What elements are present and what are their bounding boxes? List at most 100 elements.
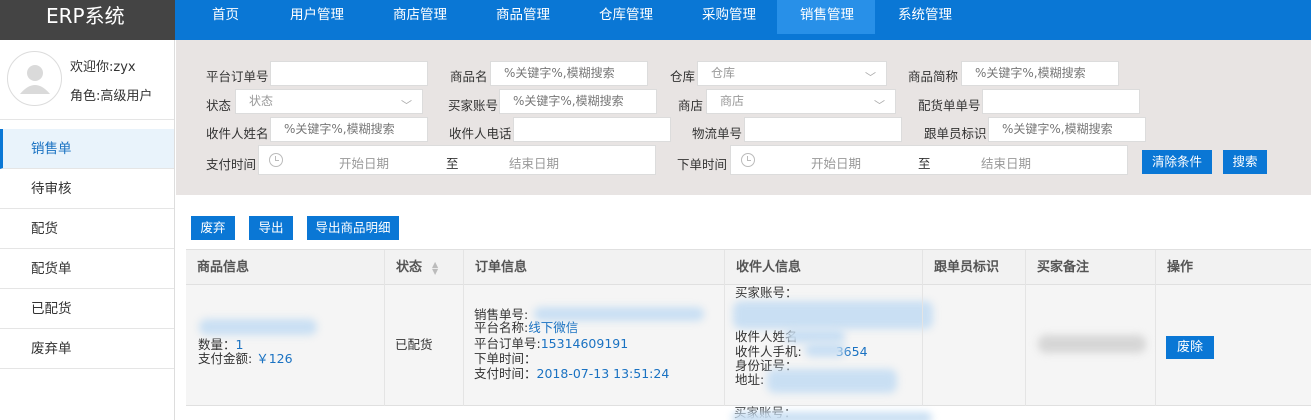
nav-product-management[interactable]: 商品管理 [476,0,581,34]
nav-user-management[interactable]: 用户管理 [268,0,373,34]
receiver-phone-label: 收件人手机: [735,344,802,359]
store-label: 商店 [678,98,704,113]
sidebar-item-sales-orders[interactable]: 销售单 [0,129,174,169]
app-logo: ERP系统 [0,0,175,40]
order-time-range-picker[interactable]: 开始日期 至 结束日期 [730,145,1128,175]
pay-time-end[interactable]: 结束日期 [509,153,559,172]
status-select[interactable]: 状态 ﹀ [235,89,423,114]
chevron-down-icon: ﹀ [874,99,885,112]
search-button[interactable]: 搜索 [1223,150,1267,174]
discard-button[interactable]: 废弃 [191,216,235,240]
platform-label: 平台名称: [474,320,529,335]
store-select[interactable]: 商店 ﹀ [706,89,896,114]
col-product-info-label: 商品信息 [197,260,250,275]
nav-system-management[interactable]: 系统管理 [875,0,980,34]
platform-order-no-input[interactable] [270,61,428,86]
filter-panel: 平台订单号 商品名 %关键字%,模糊搜索 仓库 仓库 ﹀ 商品简称 %关键字%,模… [176,40,1311,195]
sidebar-item-discarded[interactable]: 废弃单 [0,329,174,369]
nav-sales-management[interactable]: 销售管理 [777,0,875,34]
col-follower-tag-label: 跟单员标识 [934,260,1000,275]
redacted-receiver-name [785,329,845,343]
redacted-order-no [534,307,704,321]
redacted-buyer-remark [1038,335,1146,353]
col-buyer-remark-label: 买家备注 [1037,260,1090,275]
col-actions-label: 操作 [1167,260,1194,275]
pay-time-range-picker[interactable]: 开始日期 至 结束日期 [258,145,656,175]
product-name-label: 商品名 [450,69,488,84]
redacted-phone-middle [805,343,845,357]
abolish-button[interactable]: 废除 [1166,336,1214,359]
status-label: 状态 [206,98,232,113]
col-actions: 操作 [1155,250,1311,286]
pay-time-text: 支付时间：2018-07-13 13:51:24 [474,366,669,381]
order-time-end[interactable]: 结束日期 [981,153,1031,172]
redacted-next-row [732,412,932,420]
order-info-cell: 销售单号: 平台名称:线下微信 平台订单号:15314609191 下单时间： … [463,285,724,406]
status-select-placeholder: 状态 [249,94,274,108]
platform-order-value: 15314609191 [540,336,629,351]
amount-value: ￥126 [256,351,293,366]
status-value: 已配货 [395,337,433,352]
order-time-text: 下单时间： [474,351,537,366]
sort-icon[interactable]: ▲ ▼ [432,261,438,276]
receiver-phone-input[interactable] [513,117,671,142]
product-name-input[interactable]: %关键字%,模糊搜索 [490,61,648,86]
store-select-placeholder: 商店 [720,94,745,108]
clear-filters-button[interactable]: 清除条件 [1142,150,1212,174]
table-row: 数量：1 支付金额: ￥126 已配货 销售单号: 平台名称:线下微信 平台订单… [186,285,1311,406]
receiver-phone-label: 收件人电话 [449,126,512,141]
dispatch-no-input[interactable] [982,89,1140,114]
order-time-label: 下单时间 [677,157,728,172]
table-header: 商品信息 状态 ▲ ▼ 订单信息 收件人信息 跟单员标识 买家备注 操作 [186,249,1311,286]
col-order-info-label: 订单信息 [475,260,528,275]
nav-warehouse-management[interactable]: 仓库管理 [581,0,682,34]
buyer-account-input[interactable]: %关键字%,模糊搜索 [499,89,657,114]
col-status[interactable]: 状态 ▲ ▼ [384,250,463,286]
sidebar-item-dispatch-orders[interactable]: 配货单 [0,249,174,289]
pay-time-label: 支付时间 [206,157,257,172]
user-profile: 欢迎你:zyx 角色:高级用户 [0,40,174,120]
user-icon [20,65,50,94]
platform-text: 平台名称:线下微信 [474,320,579,335]
order-time-start[interactable]: 开始日期 [811,153,861,172]
product-short-label: 商品简称 [908,69,959,84]
export-product-detail-button[interactable]: 导出商品明细 [307,216,399,240]
role-text: 角色:高级用户 [70,89,153,104]
amount-text: 支付金额: ￥126 [198,351,293,366]
col-status-label: 状态 [396,260,423,275]
buyer-account-label: 买家账号 [448,98,499,113]
nav-store-management[interactable]: 商店管理 [373,0,476,34]
col-receiver-info-label: 收件人信息 [736,260,802,275]
redacted-buyer-account [733,301,933,329]
col-order-info: 订单信息 [463,250,724,286]
col-follower-tag: 跟单员标识 [922,250,1025,286]
warehouse-label: 仓库 [670,69,696,84]
follower-tag-input[interactable]: %关键字%,模糊搜索 [988,117,1146,142]
nav-home[interactable]: 首页 [175,0,268,34]
logistics-no-label: 物流单号 [692,126,743,141]
buyer-account-label: 买家账号： [735,285,798,300]
platform-order-label: 平台订单号: [474,336,541,351]
table-row: 买家账号： [186,406,1311,420]
nav-purchase-management[interactable]: 采购管理 [682,0,777,34]
pay-time-to: 至 [446,156,459,171]
logistics-no-input[interactable] [744,117,902,142]
quantity-value: 1 [235,337,244,352]
welcome-text: 欢迎你:zyx [70,60,136,75]
clock-icon [269,153,283,167]
sidebar-item-dispatch[interactable]: 配货 [0,209,174,249]
product-info-cell: 数量：1 支付金额: ￥126 [186,285,384,406]
product-short-input[interactable]: %关键字%,模糊搜索 [961,61,1119,86]
warehouse-select[interactable]: 仓库 ﹀ [697,61,887,86]
export-button[interactable]: 导出 [249,216,293,240]
sidebar-item-pending-review[interactable]: 待审核 [0,169,174,209]
receiver-name-input[interactable]: %关键字%,模糊搜索 [270,117,428,142]
platform-value: 线下微信 [528,320,579,335]
pay-time-start[interactable]: 开始日期 [339,153,389,172]
warehouse-select-placeholder: 仓库 [711,66,736,80]
receiver-phone-text: 收件人手机: 3654 [735,344,868,359]
address-label: 地址: [735,372,765,387]
pay-time-label: 支付时间： [474,366,537,381]
receiver-info-cell: 买家账号： 收件人姓名 收件人手机: 3654 身份证号： 地址: [724,285,933,406]
sidebar-item-dispatched[interactable]: 已配货 [0,289,174,329]
